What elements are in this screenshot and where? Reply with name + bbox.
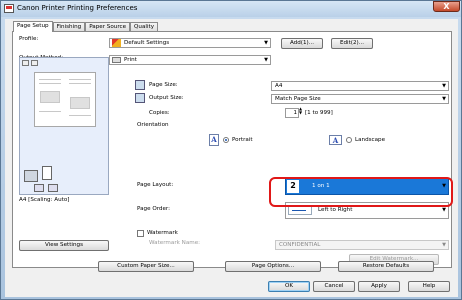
profile-label: Profile: <box>19 36 39 42</box>
close-button[interactable]: X <box>433 1 460 12</box>
chevron-down-icon: ▼ <box>264 40 268 46</box>
restore-defaults-button[interactable]: Restore Defaults <box>338 261 434 272</box>
output-size-label: Output Size: <box>149 95 184 101</box>
printer-icon <box>112 57 121 63</box>
tray-icon <box>34 184 44 192</box>
copies-range: [1 to 999] <box>305 110 333 116</box>
watermark-checkbox[interactable] <box>137 230 144 237</box>
page-size-label: Page Size: <box>149 82 178 88</box>
edit-profile-button[interactable]: Edit(2)... <box>331 38 373 49</box>
watermark-label: Watermark <box>147 230 178 236</box>
duplex-icon <box>48 184 58 192</box>
profile-icon <box>112 39 121 47</box>
text-line <box>39 79 61 80</box>
apply-button[interactable]: Apply <box>358 281 400 292</box>
page-order-label: Page Order: <box>137 206 171 212</box>
chevron-down-icon: ▼ <box>442 96 446 102</box>
page-options-button[interactable]: Page Options... <box>225 261 321 272</box>
output-size-value: Match Page Size <box>275 96 321 102</box>
dialog-client-area: Page Setup Finishing Paper Source Qualit… <box>5 19 458 297</box>
page-order-value: Left to Right <box>318 207 353 213</box>
help-button[interactable]: Help <box>408 281 450 292</box>
chevron-down-icon: ▼ <box>442 242 446 248</box>
tab-page-setup[interactable]: Page Setup <box>13 21 53 32</box>
output-size-icon <box>135 93 145 103</box>
output-method-select[interactable]: Print ▼ <box>109 55 271 65</box>
window-title: Canon Printer Printing Preferences <box>17 4 138 12</box>
orientation-label: Orientation <box>137 122 169 128</box>
cancel-button[interactable]: Cancel <box>313 281 355 292</box>
image-block <box>40 91 60 103</box>
text-line <box>69 83 91 84</box>
page-setup-panel: Profile: Default Settings ▼ Add(1)... Ed… <box>12 31 452 268</box>
watermark-name-label: Watermark Name: <box>149 240 201 246</box>
page-preview-pane <box>19 57 109 195</box>
profile-value: Default Settings <box>124 40 170 46</box>
ok-button[interactable]: OK <box>268 281 310 292</box>
printer-graphic-icon <box>24 170 38 182</box>
profile-select[interactable]: Default Settings ▼ <box>109 38 271 48</box>
output-method-value: Print <box>124 57 137 63</box>
watermark-name-select[interactable]: CONFIDENTIAL ▼ <box>275 240 449 250</box>
page-order-highlight <box>269 177 453 207</box>
copies-input[interactable]: 1 <box>285 108 299 118</box>
page-size-value: A4 <box>275 83 283 89</box>
text-line <box>69 115 91 116</box>
custom-paper-size-button[interactable]: Custom Paper Size... <box>98 261 194 272</box>
portrait-radio[interactable] <box>223 137 229 143</box>
paper-stack-icon <box>42 166 52 180</box>
page-layout-label: Page Layout: <box>137 182 174 188</box>
view-settings-button[interactable]: View Settings <box>19 240 109 251</box>
image-block <box>70 97 90 109</box>
text-line <box>39 111 61 112</box>
page-size-select[interactable]: A4 ▼ <box>271 81 449 91</box>
preview-page-sheet <box>34 72 96 127</box>
portrait-label: Portrait <box>232 137 253 143</box>
printer-view-icon[interactable] <box>31 60 38 66</box>
chevron-down-icon: ▼ <box>264 57 268 63</box>
add-profile-button[interactable]: Add(1)... <box>281 38 323 49</box>
preview-caption: A4 [Scaling: Auto] <box>19 197 70 203</box>
text-line <box>69 79 91 80</box>
printer-app-icon <box>4 4 14 13</box>
output-size-select[interactable]: Match Page Size ▼ <box>271 94 449 104</box>
landscape-label: Landscape <box>355 137 386 143</box>
landscape-icon: A <box>329 135 342 145</box>
page-size-icon <box>135 80 145 90</box>
landscape-radio[interactable] <box>346 137 352 143</box>
title-bar[interactable]: Canon Printer Printing Preferences X <box>1 1 461 17</box>
portrait-icon: A <box>209 134 219 146</box>
copies-label: Copies: <box>149 110 170 116</box>
copies-spinner[interactable]: ▲ ▼ <box>299 107 302 115</box>
printing-preferences-window: Canon Printer Printing Preferences X Pag… <box>0 0 462 300</box>
text-line <box>39 83 61 84</box>
page-view-icon[interactable] <box>22 60 29 66</box>
watermark-name-value: CONFIDENTIAL <box>279 242 321 248</box>
chevron-down-icon: ▼ <box>442 83 446 89</box>
